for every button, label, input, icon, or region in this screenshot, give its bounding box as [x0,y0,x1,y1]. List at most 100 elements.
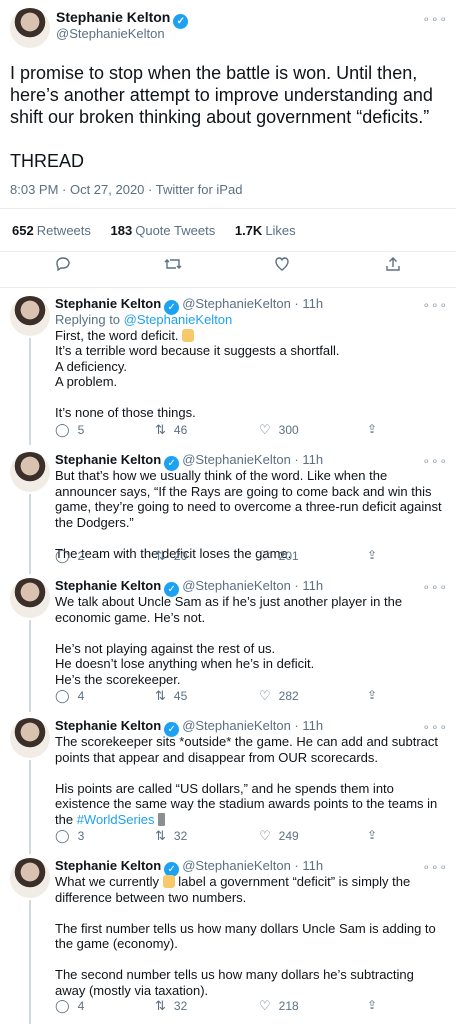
retweet-button[interactable]: ⇅ 32 [155,828,187,844]
likes-count: 1.7K [234,223,263,238]
tweet-actions: ◯ 4 ⇅ 45 ♡ 282 ⇪ [55,688,395,704]
share-icon[interactable]: ⇪ [367,422,377,436]
more-icon[interactable]: ∘∘∘ [422,298,448,312]
heart-icon[interactable] [274,256,290,276]
like-count: 201 [278,549,299,563]
retweet-button[interactable]: ⇅ 45 [155,688,187,704]
retweet-icon: ⇅ [155,998,166,1013]
author-handle[interactable]: @StephanieKelton · 11h [182,578,323,593]
like-count: 218 [278,999,299,1013]
author-name[interactable]: Stephanie Kelton [55,296,161,311]
text-part: First, the word deficit. [55,327,183,343]
share-icon[interactable] [385,256,401,276]
author-handle[interactable]: @StephanieKelton · 11h [182,296,323,311]
retweet-button[interactable]: ⇅ 32 [155,998,187,1014]
tweet-meta[interactable]: 8:03 PM · Oct 27, 2020 · Twitter for iPa… [10,182,242,197]
thread-connector [29,338,31,445]
like-count: 300 [278,423,299,437]
author-handle[interactable]: @StephanieKelton [56,26,165,41]
reply-button[interactable]: ◯ 4 [55,688,84,704]
reply-icon[interactable] [55,256,71,276]
thread-connector [29,900,31,1024]
retweet-icon: ⇅ [155,828,166,843]
tweet-text: What we currently label a government “de… [55,874,445,998]
more-icon[interactable]: ∘∘∘ [422,580,448,594]
author-name[interactable]: Stephanie Kelton [55,858,161,873]
thread-connector [29,620,31,712]
reply-icon: ◯ [55,998,70,1013]
retweets-count: 652 [12,223,34,238]
reply-icon: ◯ [55,422,70,437]
avatar[interactable] [10,8,50,48]
like-count: 282 [278,689,299,703]
hashtag-link[interactable]: #WorldSeries [77,812,155,827]
more-icon[interactable]: ∘∘∘ [422,454,448,468]
tweet-actions [0,256,456,282]
author-name[interactable]: Stephanie Kelton [55,718,161,733]
tweet-text: We talk about Uncle Sam as if he’s just … [55,594,403,687]
reply-count: 2 [77,549,85,563]
avatar[interactable] [10,718,50,758]
retweets-stat[interactable]: 652 Retweets [12,223,91,238]
more-icon[interactable]: ∘∘∘ [422,860,448,874]
reply-button[interactable]: ◯ 5 [55,422,84,438]
more-icon[interactable]: ∘∘∘ [422,720,448,734]
replying-to-link[interactable]: @StephanieKelton [124,312,233,327]
like-button[interactable]: ♡ 282 [259,688,299,704]
thread-connector [29,494,31,574]
reply-button[interactable]: ◯ 4 [55,998,84,1014]
retweet-icon[interactable] [164,256,182,276]
author-handle[interactable]: @StephanieKelton · 11h [182,858,323,873]
retweet-count: 45 [173,689,188,703]
share-icon[interactable]: ⇪ [367,548,377,562]
retweet-icon: ⇅ [155,688,166,703]
author-handle[interactable]: @StephanieKelton · 11h [182,452,323,467]
reply-count: 3 [77,829,85,843]
heart-icon: ♡ [259,422,271,437]
like-count: 249 [278,829,299,843]
like-button[interactable]: ♡ 300 [259,422,299,438]
like-button[interactable]: ♡ 201 [259,548,299,564]
retweet-count: 20 [173,549,188,563]
share-icon[interactable]: ⇪ [367,828,377,842]
like-button[interactable]: ♡ 249 [259,828,299,844]
thread-tweet[interactable]: Stephanie Kelton ✓ @StephanieKelton · 11h … [0,712,456,854]
thread-tweet[interactable]: Stephanie Kelton ✓ @StephanieKelton · 11h … [0,290,456,445]
retweet-count: 32 [173,999,188,1013]
text-part: label a government “deficit” is simply t… [55,874,436,998]
tweet-text: I promise to stop when the battle is won… [10,63,433,171]
author-name-text[interactable]: Stephanie Kelton [56,9,170,25]
heart-icon: ♡ [259,548,271,563]
thread-tweet[interactable]: Stephanie Kelton ✓ @StephanieKelton · 11h … [0,572,456,712]
thread-tweet[interactable]: Stephanie Kelton ✓ @StephanieKelton · 11h … [0,446,456,574]
share-icon[interactable]: ⇪ [367,688,377,702]
tweet-stats: 652 Retweets 183 Quote Tweets 1.7K Likes [0,208,456,252]
avatar[interactable] [10,578,50,618]
avatar[interactable] [10,296,50,336]
author-name[interactable]: Stephanie Kelton [55,578,161,593]
author-name[interactable]: Stephanie Kelton [55,452,161,467]
tweet-text: Replying to @StephanieKelton First, the … [55,312,445,421]
verified-badge-icon: ✓ [173,14,189,29]
more-icon[interactable]: ∘∘∘ [422,12,448,26]
like-button[interactable]: ♡ 218 [259,998,299,1014]
likes-stat[interactable]: 1.7K Likes [235,223,296,238]
retweet-button[interactable]: ⇅ 46 [155,422,187,438]
reply-button[interactable]: ◯ 3 [55,828,84,844]
tweet-actions: ◯ 3 ⇅ 32 ♡ 249 ⇪ [55,828,395,844]
retweets-label: Retweets [36,223,91,238]
retweet-button[interactable]: ⇅ 20 [155,548,187,564]
avatar[interactable] [10,858,50,898]
share-icon[interactable]: ⇪ [367,998,377,1012]
reply-button[interactable]: ◯ 2 [55,548,84,564]
thread-tweet[interactable]: Stephanie Kelton ✓ @StephanieKelton · 11h … [0,852,456,1024]
reply-count: 5 [77,423,85,437]
author-handle[interactable]: @StephanieKelton · 11h [182,718,323,733]
retweet-count: 46 [173,423,188,437]
text-part: It’s a terrible word because it suggests… [55,343,340,420]
retweet-icon: ⇅ [155,548,166,563]
quotes-stat[interactable]: 183 Quote Tweets [111,223,216,238]
avatar[interactable] [10,452,50,492]
heart-icon: ♡ [259,828,271,843]
replying-prefix: Replying to [55,312,124,327]
